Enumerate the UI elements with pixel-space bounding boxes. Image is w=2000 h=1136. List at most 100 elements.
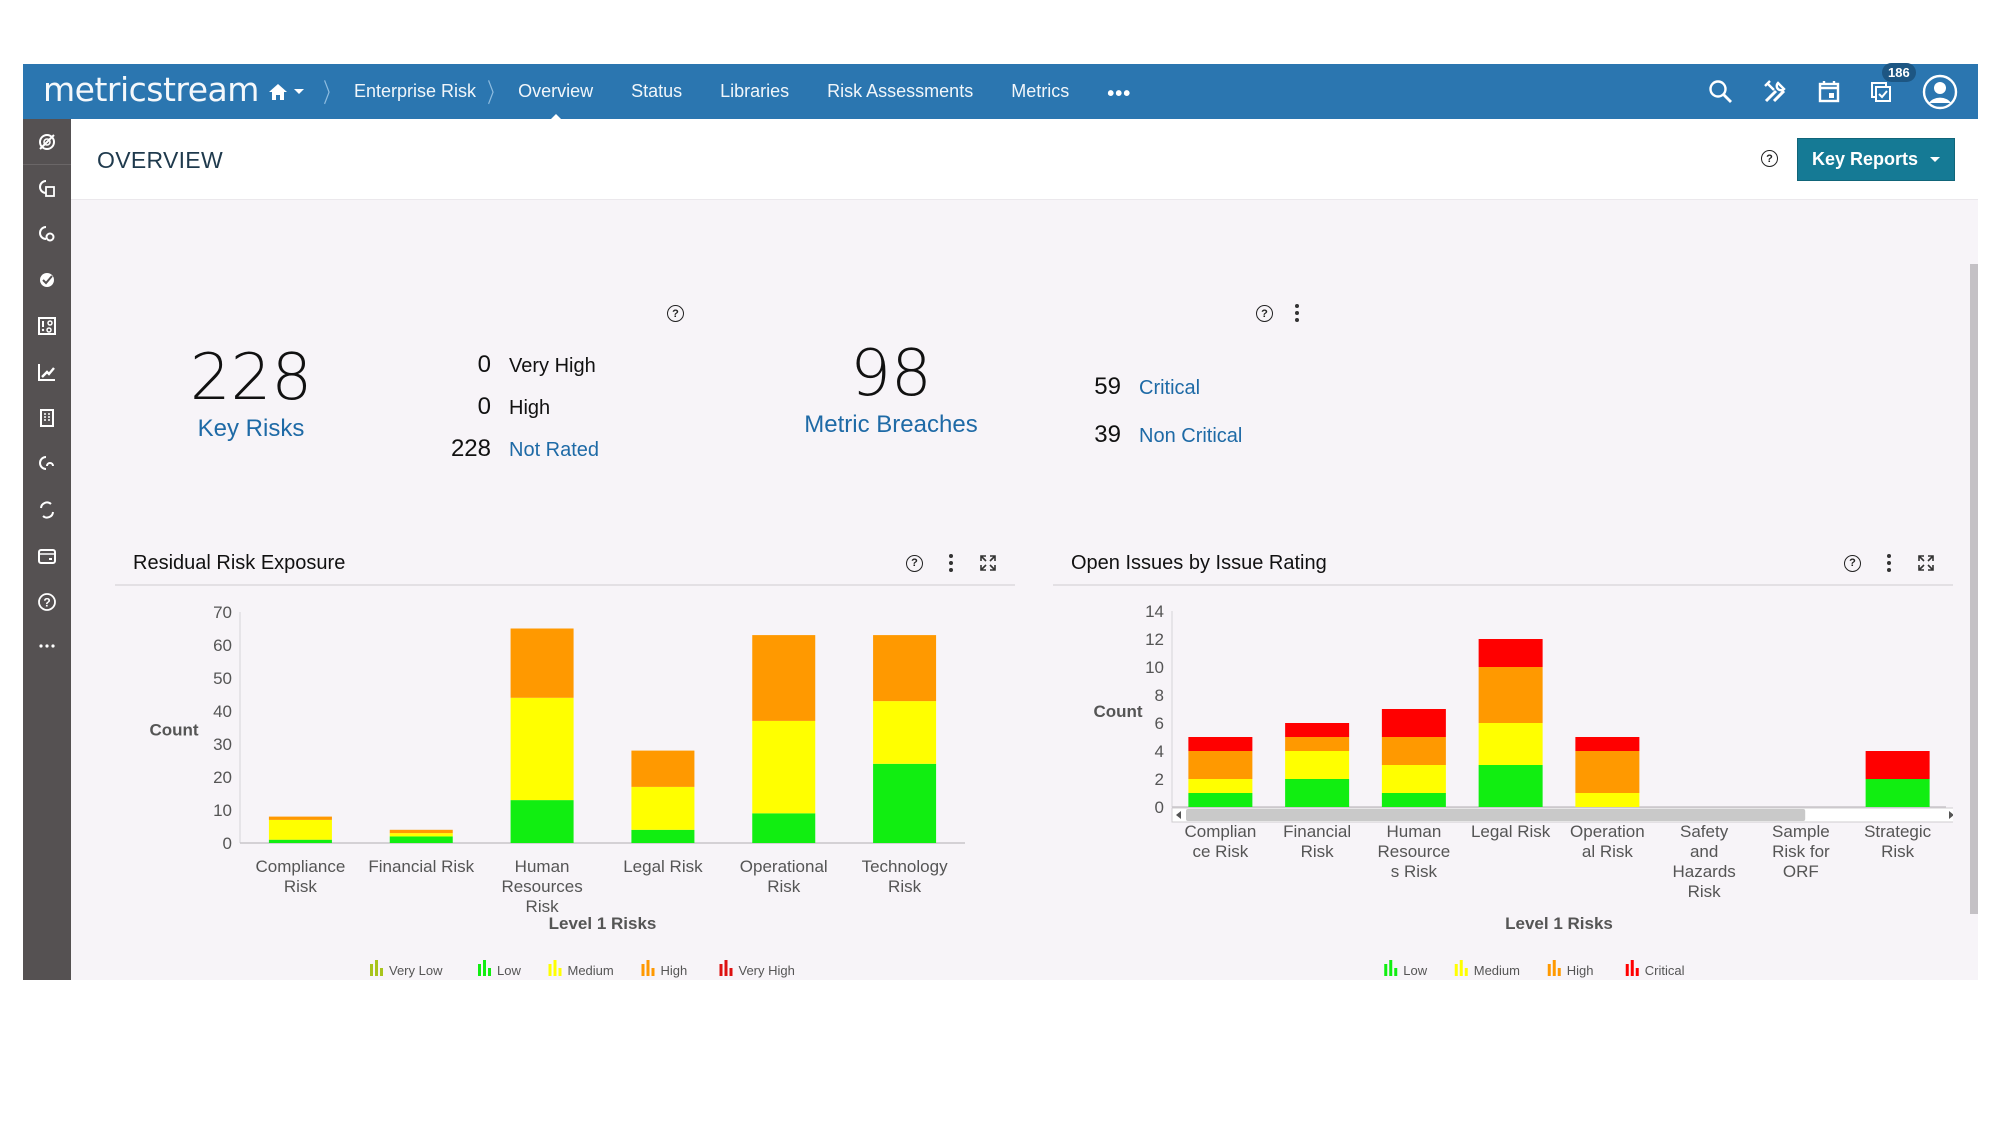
- risk-rating-breakdown: 0 Very High 0 High 228 Not Rated: [441, 351, 599, 463]
- sidebar-item-metrics[interactable]: [23, 354, 71, 390]
- horizontal-scrollbar[interactable]: [1171, 807, 1953, 823]
- legend-bar: [553, 960, 557, 976]
- breadcrumb-enterprise-risk[interactable]: Enterprise Risk: [354, 81, 476, 102]
- tab-status[interactable]: Status: [631, 81, 682, 102]
- x-tick-label: Safety: [1680, 822, 1729, 841]
- bar-segment-medium: [1285, 751, 1350, 779]
- rating-row-high: 0 High: [441, 393, 599, 421]
- key-reports-label: Key Reports: [1811, 149, 1919, 169]
- legend-bar: [651, 968, 655, 976]
- tasks-icon[interactable]: 186: [1868, 62, 1916, 107]
- sidebar-item-risk-review[interactable]: [23, 446, 71, 482]
- y-tick-label: 30: [213, 735, 232, 754]
- critical-link[interactable]: Critical: [1139, 377, 1200, 400]
- legend-item[interactable]: High: [1547, 960, 1594, 978]
- legend-item[interactable]: Very Low: [370, 960, 443, 978]
- tab-metrics[interactable]: Metrics: [1011, 81, 1069, 102]
- sidebar-item-cycle[interactable]: [23, 492, 71, 528]
- legend-bar: [1464, 968, 1468, 976]
- key-risks-link[interactable]: Key Risks: [171, 415, 331, 443]
- chart-legend: Very Low Low Medium High Very High: [370, 960, 795, 978]
- panel-tools: ?: [906, 554, 997, 572]
- metric-breaches-menu-icon[interactable]: [1291, 304, 1303, 322]
- not-rated-count: 228: [450, 435, 491, 462]
- legend-bar: [1389, 960, 1393, 976]
- legend-item[interactable]: Low: [478, 960, 521, 978]
- legend-bar: [641, 964, 645, 976]
- tab-libraries[interactable]: Libraries: [720, 81, 789, 102]
- legend-item[interactable]: Low: [1384, 960, 1428, 978]
- key-risks-help-icon[interactable]: ?: [667, 305, 684, 322]
- sidebar-item-risk-settings[interactable]: [23, 216, 71, 252]
- help-icon[interactable]: ?: [1844, 554, 1861, 572]
- x-tick-label: Resources: [501, 877, 582, 896]
- page-header: OVERVIEW ? Key Reports: [71, 119, 1978, 200]
- help-icon[interactable]: ?: [1761, 150, 1778, 167]
- bar-segment-medium: [631, 786, 695, 830]
- metricstream-logo[interactable]: metricstream: [43, 70, 259, 109]
- home-menu[interactable]: [268, 83, 304, 101]
- tools-icon[interactable]: [1760, 77, 1790, 107]
- top-right-icons: 186: [1706, 62, 1958, 119]
- sidebar-item-controls[interactable]: [23, 262, 71, 298]
- breadcrumb-separator: 〉: [323, 78, 339, 108]
- legend-label: High: [1567, 963, 1594, 978]
- sidebar-item-issues[interactable]: [23, 308, 71, 344]
- tab-overview[interactable]: Overview: [518, 81, 593, 122]
- bar-segment-low: [1478, 765, 1543, 807]
- vertical-scrollbar[interactable]: [1970, 264, 1978, 914]
- expand-icon[interactable]: [1917, 554, 1935, 572]
- bar-segment-low: [1285, 779, 1350, 807]
- key-reports-button[interactable]: Key Reports: [1797, 138, 1955, 181]
- help-icon[interactable]: ?: [906, 554, 923, 572]
- app-window: metricstream 〉 Enterprise Risk 〉 Overvie…: [23, 62, 1978, 980]
- calendar-icon[interactable]: [1814, 77, 1844, 107]
- risk-settings-icon: [39, 226, 55, 242]
- bar-segment-medium: [1381, 765, 1446, 793]
- sidebar-item-organization[interactable]: [23, 400, 71, 436]
- y-tick-label: 70: [213, 603, 232, 622]
- sidebar-item-risk-target[interactable]: [23, 124, 71, 160]
- metric-breaches-help-icon[interactable]: ?: [1256, 305, 1273, 322]
- search-icon[interactable]: [1706, 77, 1736, 107]
- x-tick-label: Human: [515, 857, 570, 876]
- dashboard-content: ? 228 Key Risks 0 Very High 0 High 228 N…: [71, 201, 1978, 980]
- help-icon: ?: [38, 593, 56, 611]
- non-critical-count: 39: [1094, 421, 1121, 448]
- x-tick-label: Risk: [1688, 882, 1722, 901]
- legend-label: High: [661, 963, 688, 978]
- not-rated-link[interactable]: Not Rated: [509, 439, 599, 462]
- tab-risk-assessments[interactable]: Risk Assessments: [827, 81, 973, 102]
- bar-segment-low: [1865, 779, 1930, 807]
- sidebar-item-wallet[interactable]: [23, 538, 71, 574]
- metric-breaches-link[interactable]: Metric Breaches: [761, 411, 1021, 439]
- legend-label: Very Low: [389, 963, 443, 978]
- user-avatar-icon[interactable]: [1922, 74, 1958, 110]
- x-tick-label: Risk for: [1772, 842, 1830, 861]
- legend-bar-icon: [641, 960, 655, 976]
- expand-icon[interactable]: [979, 554, 997, 572]
- bar-segment-critical: [1381, 709, 1446, 737]
- legend-item[interactable]: Medium: [548, 960, 614, 978]
- y-tick-label: 8: [1155, 686, 1164, 705]
- legend-item[interactable]: Critical: [1625, 960, 1685, 978]
- bar-segment-high: [268, 816, 332, 820]
- kebab-menu-icon[interactable]: [1883, 554, 1895, 572]
- sidebar-item-risk-register[interactable]: [23, 170, 71, 206]
- legend-item[interactable]: High: [641, 960, 688, 978]
- legend-item[interactable]: Very High: [719, 960, 795, 978]
- legend-bar: [719, 964, 723, 976]
- sidebar-item-more[interactable]: [23, 628, 71, 664]
- legend-label: Medium: [568, 963, 614, 978]
- y-tick-label: 14: [1145, 602, 1164, 621]
- svg-text:?: ?: [43, 596, 50, 610]
- more-tabs-button[interactable]: •••: [1107, 83, 1131, 106]
- legend-item[interactable]: Medium: [1454, 960, 1520, 978]
- non-critical-link[interactable]: Non Critical: [1139, 425, 1242, 448]
- kebab-menu-icon[interactable]: [945, 554, 957, 572]
- legend-bar: [370, 964, 373, 976]
- legend-bar: [380, 968, 383, 976]
- sidebar-item-help[interactable]: ?: [23, 584, 71, 620]
- rating-row-very-high: 0 Very High: [441, 351, 599, 379]
- x-tick-label: Risk: [767, 877, 801, 896]
